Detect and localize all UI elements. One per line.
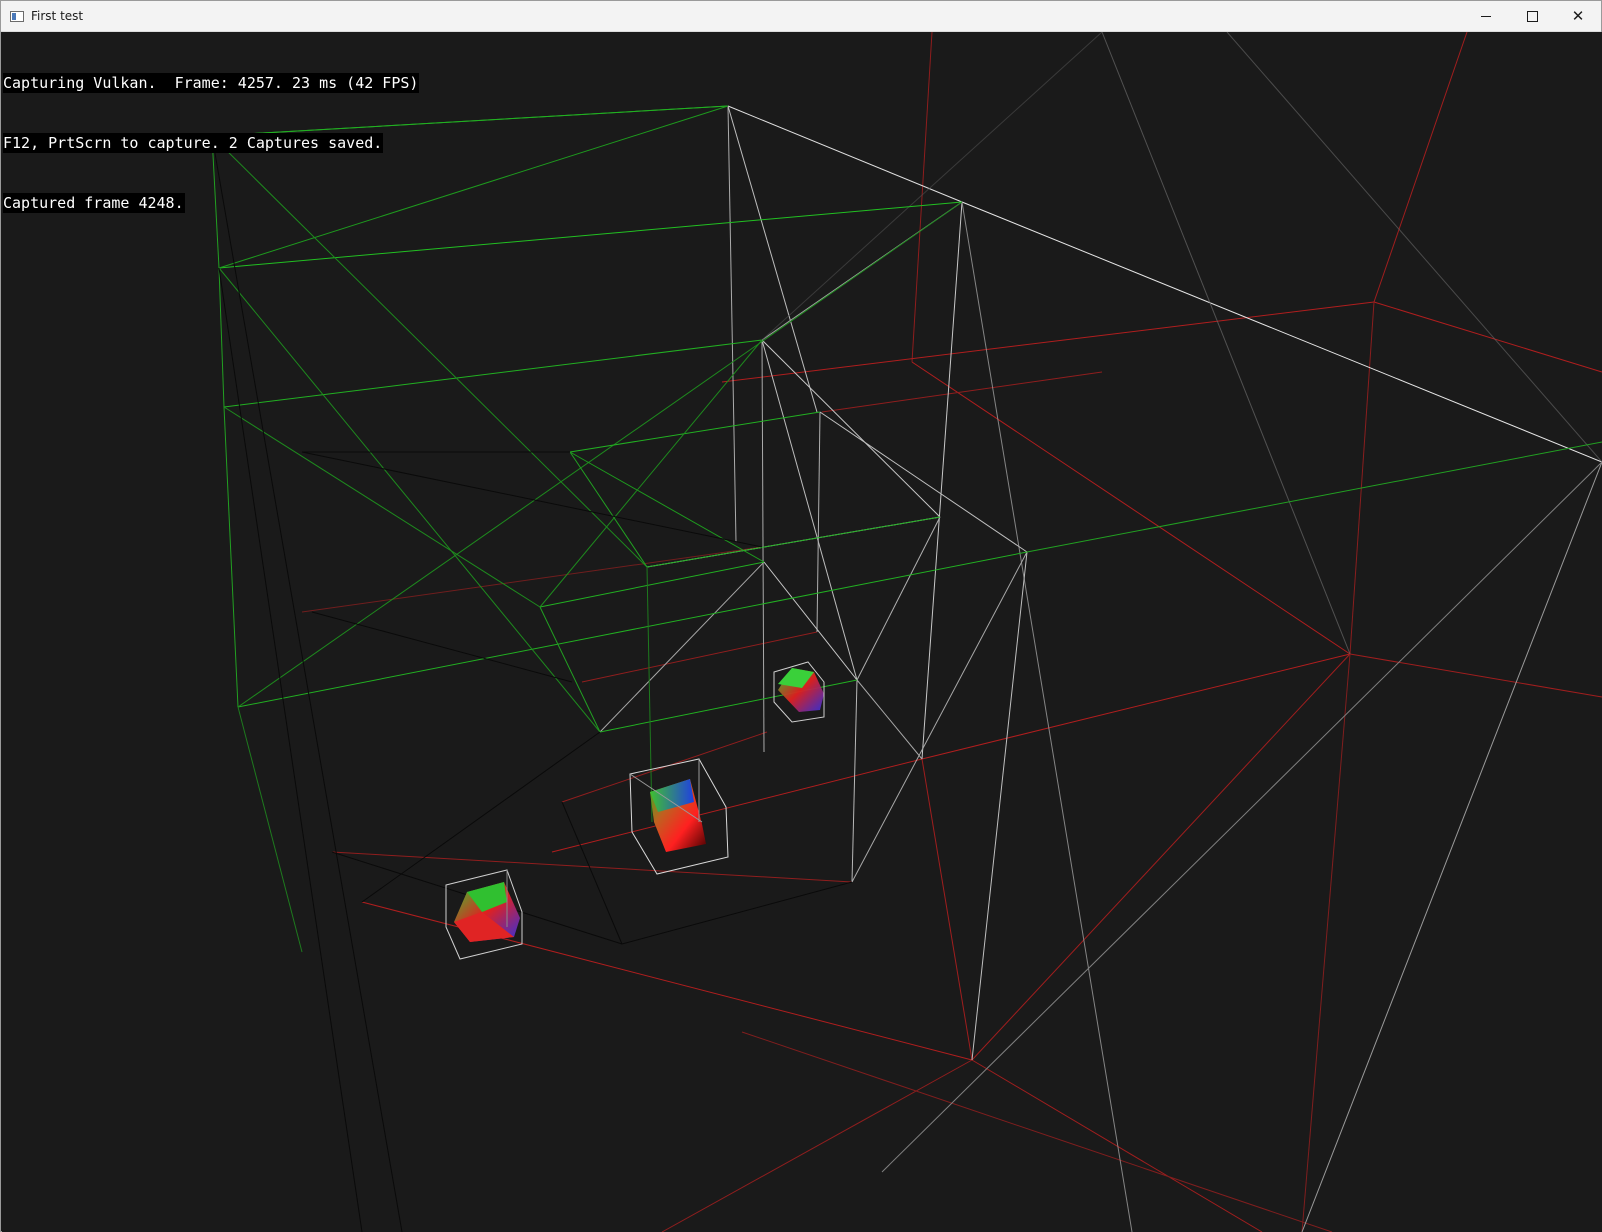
window-title: First test	[31, 9, 84, 23]
white-grid	[599, 32, 1602, 1232]
overlay-line-frame: Capturing Vulkan. Frame: 4257. 23 ms (42…	[3, 73, 420, 93]
small-cube	[773, 661, 825, 723]
close-button[interactable]: ✕	[1555, 1, 1601, 31]
app-icon	[10, 10, 24, 22]
app-window: First test ✕ Capturing Vulkan. Frame: 42…	[0, 0, 1602, 1232]
maximize-button[interactable]	[1509, 1, 1555, 31]
overlay-line-captured: Captured frame 4248.	[3, 193, 185, 213]
render-viewport[interactable]: Capturing Vulkan. Frame: 4257. 23 ms (42…	[2, 32, 1602, 1232]
dark-grid	[211, 135, 853, 1232]
minimize-button[interactable]	[1463, 1, 1509, 31]
large-cube	[445, 869, 523, 960]
maximize-icon	[1526, 10, 1538, 22]
green-grid	[211, 105, 1602, 953]
close-icon: ✕	[1571, 7, 1585, 25]
capture-overlay: Capturing Vulkan. Frame: 4257. 23 ms (42…	[3, 33, 420, 253]
medium-cube	[629, 758, 729, 875]
red-grid	[301, 32, 1602, 1232]
overlay-line-capture-hint: F12, PrtScrn to capture. 2 Captures save…	[3, 133, 384, 153]
minimize-icon	[1481, 15, 1491, 17]
title-bar[interactable]: First test ✕	[1, 1, 1601, 32]
